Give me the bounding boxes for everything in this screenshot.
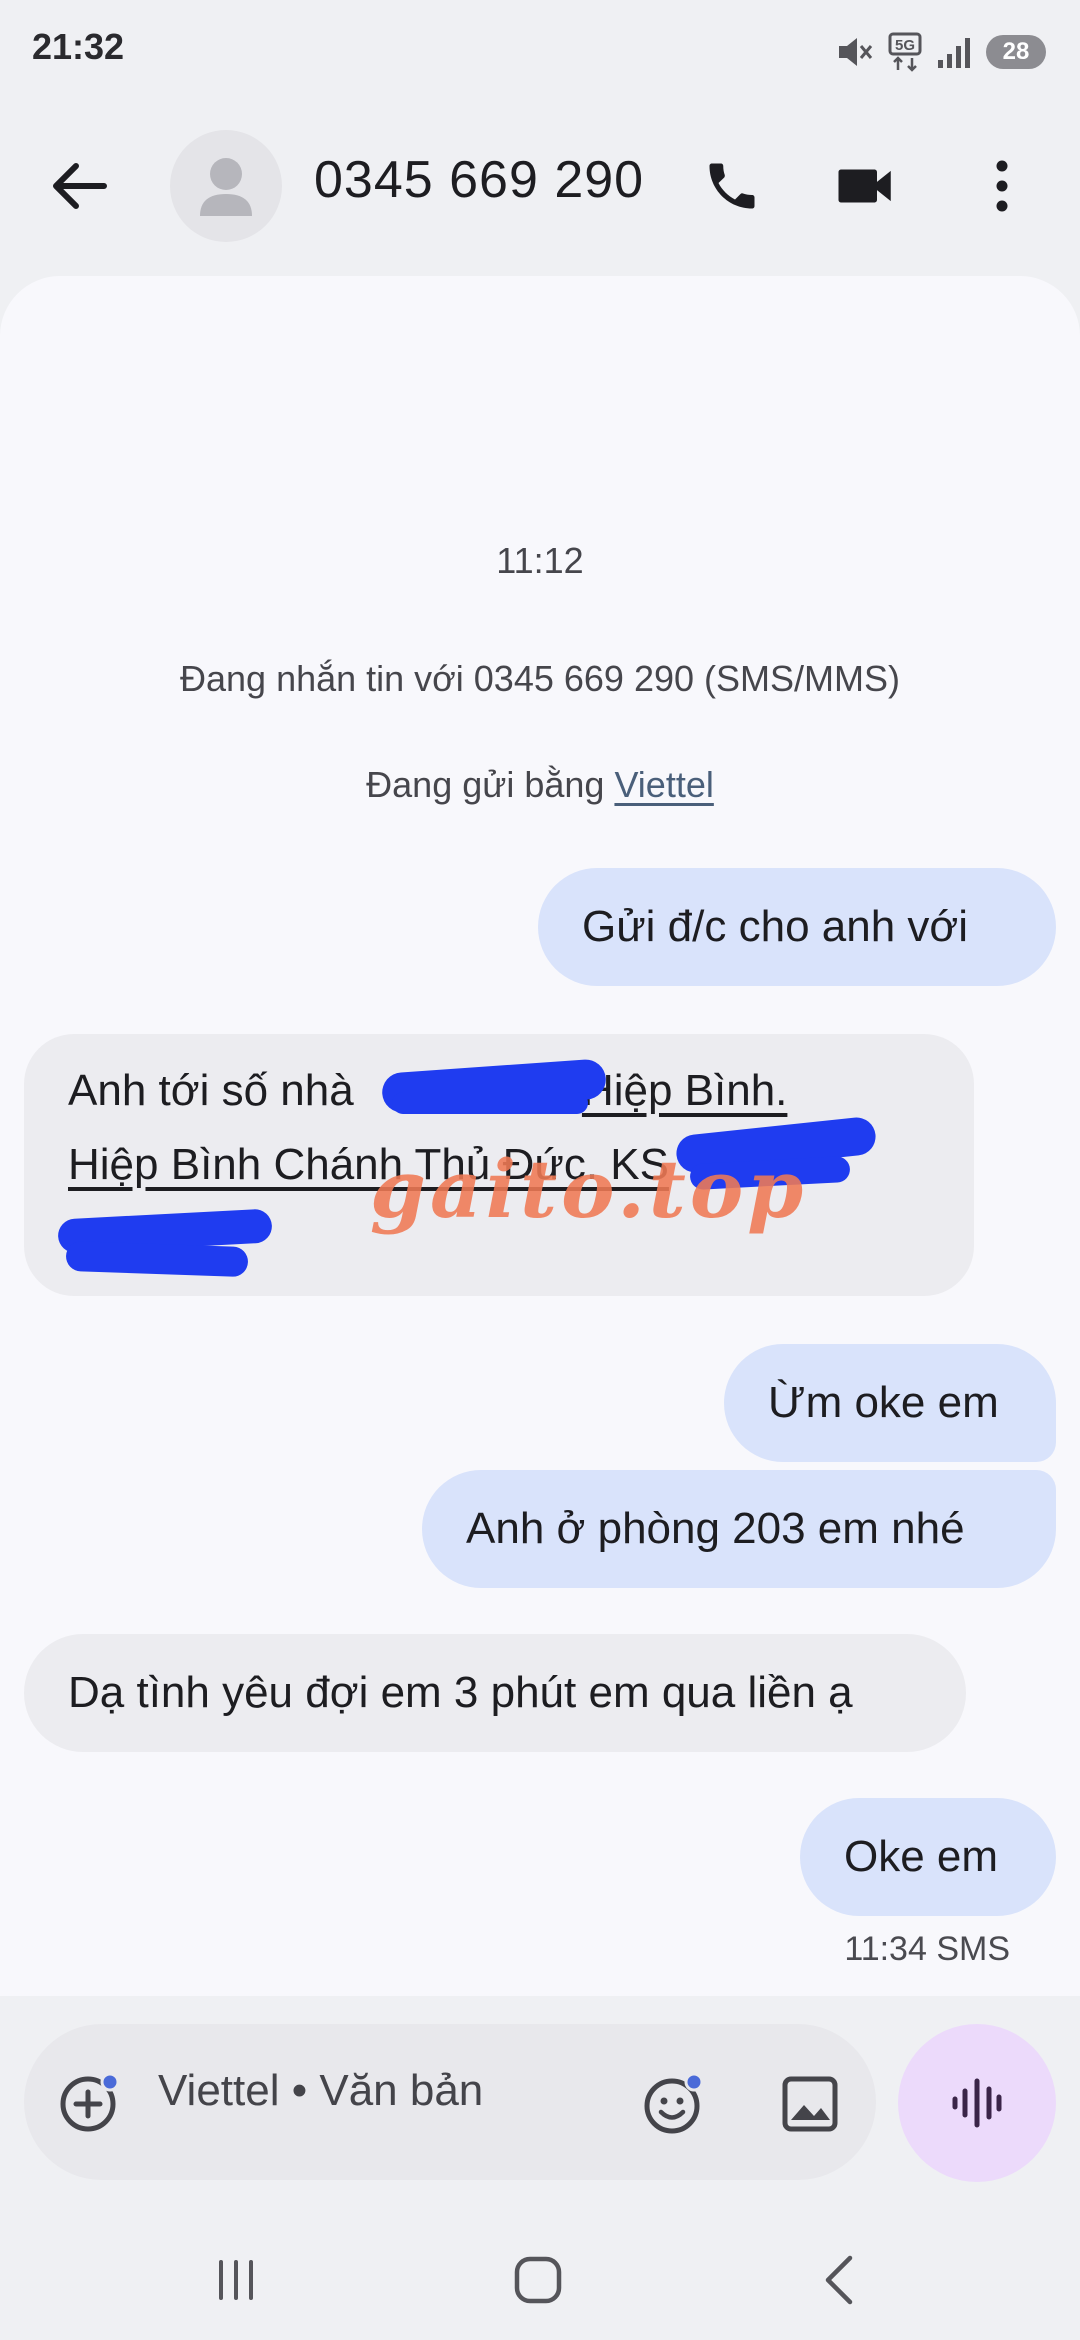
message-bubble-outgoing[interactable]: Anh ở phòng 203 em nhé xyxy=(422,1470,1056,1588)
home-button[interactable] xyxy=(498,2240,578,2320)
message-text: Dạ tình yêu đợi em 3 phút em qua liền ạ xyxy=(68,1668,853,1717)
video-call-button[interactable] xyxy=(830,150,902,222)
status-icons: 5G 28 xyxy=(836,30,1046,74)
5g-icon: 5G xyxy=(888,32,922,72)
video-camera-icon xyxy=(838,169,891,203)
address-link[interactable]: Hiệp Bình. xyxy=(582,1066,787,1115)
arrow-left-icon xyxy=(53,163,107,209)
battery-indicator: 28 xyxy=(986,35,1046,69)
redaction-scribble xyxy=(65,1240,249,1278)
gallery-button[interactable] xyxy=(776,2070,844,2138)
back-nav-button[interactable] xyxy=(800,2240,880,2320)
sending-via-label: Đang gửi bằng xyxy=(366,764,615,805)
sending-via-line: Đang gửi bằng Viettel xyxy=(0,764,1080,806)
more-vertical-icon xyxy=(996,160,1008,212)
emoji-icon xyxy=(644,2072,704,2134)
message-bubble-outgoing[interactable]: Ừm oke em xyxy=(724,1344,1056,1462)
contact-number[interactable]: 0345 669 290 xyxy=(314,150,644,210)
contact-avatar[interactable] xyxy=(170,130,282,242)
watermark: gaito.top xyxy=(370,1142,808,1236)
emoji-button[interactable] xyxy=(640,2070,708,2138)
signal-icon xyxy=(938,38,970,68)
conversation-info: Đang nhắn tin với 0345 669 290 (SMS/MMS) xyxy=(180,658,900,699)
message-bubble-outgoing[interactable]: Oke em xyxy=(800,1798,1056,1916)
conversation-timestamp: 11:12 xyxy=(496,540,584,581)
voice-message-button[interactable] xyxy=(898,2024,1056,2182)
more-options-button[interactable] xyxy=(966,150,1038,222)
person-icon xyxy=(200,158,252,216)
back-button[interactable] xyxy=(44,150,116,222)
status-time: 21:32 xyxy=(32,26,125,67)
message-meta: 11:34 SMS xyxy=(844,1930,1010,1968)
recent-apps-button[interactable] xyxy=(196,2240,276,2320)
home-icon xyxy=(514,2256,562,2304)
waveform-icon xyxy=(952,2078,1002,2128)
svg-text:5G: 5G xyxy=(895,37,915,54)
mute-icon xyxy=(839,38,873,66)
add-circle-icon xyxy=(60,2072,120,2132)
message-bubble-outgoing[interactable]: Gửi đ/c cho anh với xyxy=(538,868,1056,986)
image-icon xyxy=(782,2076,838,2132)
carrier-link[interactable]: Viettel xyxy=(614,764,713,805)
message-text: Gửi đ/c cho anh với xyxy=(582,902,969,951)
message-bubble-incoming[interactable]: Dạ tình yêu đợi em 3 phút em qua liền ạ xyxy=(24,1634,966,1752)
message-input[interactable]: Viettel • Văn bản xyxy=(158,2066,483,2116)
redaction-scribble xyxy=(392,1092,588,1114)
recents-icon xyxy=(219,2260,253,2300)
call-button[interactable] xyxy=(696,150,768,222)
message-text: Anh ở phòng 203 em nhé xyxy=(466,1504,965,1553)
chevron-left-icon xyxy=(825,2255,853,2305)
message-text: Anh tới số nhà xyxy=(68,1066,366,1115)
phone-icon xyxy=(709,163,755,209)
add-attachment-button[interactable] xyxy=(58,2070,122,2134)
message-text: Ừm oke em xyxy=(768,1378,999,1427)
message-text: Oke em xyxy=(844,1832,999,1881)
